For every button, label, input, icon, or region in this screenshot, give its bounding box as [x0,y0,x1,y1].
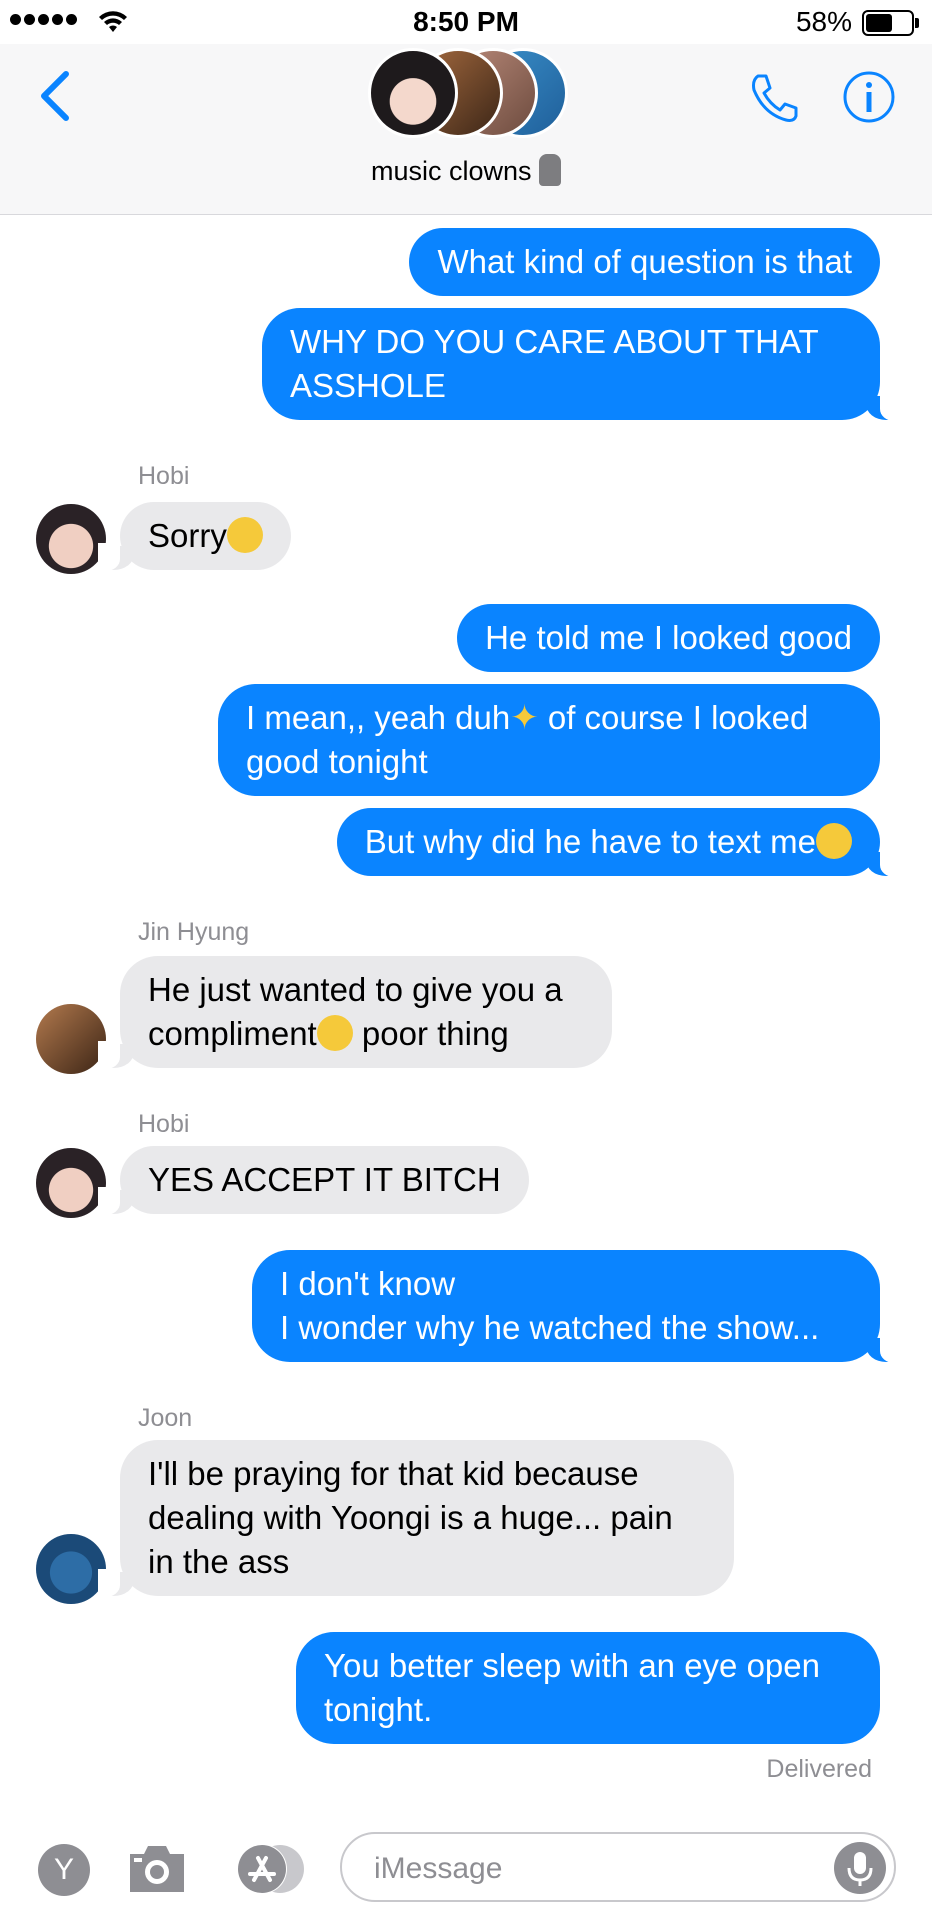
incoming-message[interactable]: He just wanted to give you a compliment … [98,956,612,1069]
camera-icon[interactable] [126,1840,188,1896]
group-name[interactable]: music clowns [0,154,932,187]
message-text-line: ASSHOLE [290,367,446,404]
outgoing-message[interactable]: But why did he have to text me [336,808,903,877]
smiling-face-emoji [816,823,852,859]
info-icon[interactable] [842,70,896,124]
outgoing-message[interactable]: I mean,, yeah duh✦ of course I looked go… [218,684,880,796]
message-text-line: You better sleep with an eye open [324,1647,820,1684]
message-text: poor thing [352,1015,509,1052]
sender-name: Jin Hyung [138,918,250,946]
incoming-message[interactable]: YES ACCEPT IT BITCH [98,1146,529,1215]
delivered-status: Delivered [766,1755,872,1783]
avatar[interactable] [36,1148,106,1218]
status-bar: 8:50 PM 58% [0,0,932,44]
incoming-message[interactable]: Sorry [98,502,291,571]
message-text: YES ACCEPT IT BITCH [148,1161,501,1198]
message-text: compliment [148,1015,317,1052]
phone-call-icon[interactable] [746,70,802,126]
message-text-line: I don't know [280,1265,456,1302]
group-avatar-1 [368,48,458,138]
microphone-icon[interactable] [834,1842,886,1894]
message-text: I mean,, yeah duh [246,699,511,736]
moai-emoji [539,154,562,186]
message-input-field[interactable] [340,1832,896,1902]
message-text-line: compliment poor thing [148,1012,584,1056]
battery-icon [862,10,919,36]
message-input[interactable] [372,1846,816,1892]
message-text-line: good tonight [246,743,428,780]
outgoing-message[interactable]: What kind of question is that [409,228,880,296]
back-chevron-icon[interactable] [30,66,80,126]
group-name-label: music clowns [370,156,532,186]
message-text: He told me I looked good [485,619,852,656]
outgoing-message[interactable]: I don't know I wonder why he watched the… [252,1250,902,1363]
status-time: 8:50 PM [413,6,519,37]
message-text-line: tonight. [324,1691,433,1728]
message-text-line: He just wanted to give you a [148,971,563,1008]
message-text: Sorry [148,517,227,554]
input-bar: Y [0,1810,932,1920]
message-text: What kind of question is that [437,243,852,280]
message-text-line: I'll be praying for that kid because [148,1455,639,1492]
outgoing-message[interactable]: You better sleep with an eye open tonigh… [296,1632,880,1744]
message-text-line: I mean,, yeah duh✦ of course I looked [246,696,852,740]
zipper-mouth-emoji [226,517,263,553]
outgoing-message[interactable]: WHY DO YOU CARE ABOUT THAT ASSHOLE [262,308,902,421]
conversation-header: music clowns [0,44,932,215]
sad-relieved-face-emoji [316,1015,353,1051]
app-store-icon[interactable] [232,1842,306,1896]
outgoing-message[interactable]: He told me I looked good [457,604,880,672]
message-text: But why did he have to text me [364,823,816,860]
avatar[interactable] [36,1004,106,1074]
sender-name: Hobi [138,462,190,490]
sender-name: Hobi [138,1110,190,1138]
message-text: of course I looked [538,699,809,736]
incoming-message[interactable]: I'll be praying for that kid because dea… [98,1440,734,1597]
avatar[interactable] [36,504,106,574]
sparkles-emoji: ✦ [510,699,539,737]
message-text-line: in the ass [148,1543,290,1580]
message-text-line: WHY DO YOU CARE ABOUT THAT [290,323,819,360]
group-avatars[interactable] [368,48,568,144]
memoji-avatar-button[interactable]: Y [38,1844,90,1896]
message-text-line: I wonder why he watched the show... [280,1309,820,1346]
avatar[interactable] [36,1534,106,1604]
sender-name: Joon [138,1404,193,1432]
message-text-line: dealing with Yoongi is a huge... pain [148,1499,673,1536]
avatar-letter: Y [53,1853,74,1886]
battery-percentage: 58% [795,6,852,37]
